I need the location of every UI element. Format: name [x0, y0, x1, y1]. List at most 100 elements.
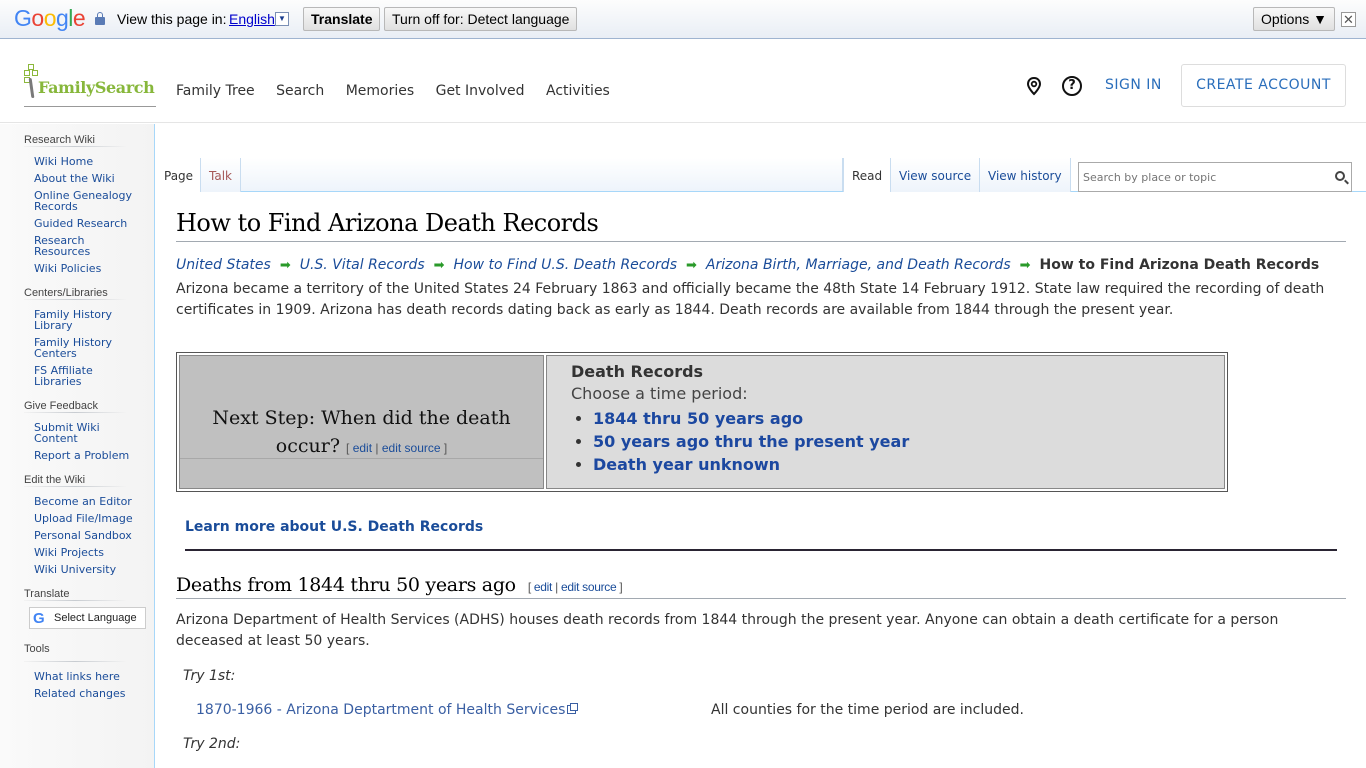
language-dropdown-icon[interactable]: ▼: [275, 12, 289, 26]
divider: [185, 549, 1337, 551]
edit-source-link[interactable]: edit source: [382, 441, 441, 455]
sidebar-section-centers: Centers/Libraries Family History Library…: [24, 277, 154, 390]
tab-spacer: [241, 158, 843, 191]
site-header: FamilySearch Family Tree Search Memories…: [0, 40, 1366, 123]
familysearch-logo[interactable]: FamilySearch: [24, 64, 156, 107]
sidebar-item-wiki-policies[interactable]: Wiki Policies: [34, 262, 101, 275]
tab-read[interactable]: Read: [843, 158, 892, 192]
list-item: Death year unknown: [593, 453, 1200, 476]
sidebar-item-upload-file[interactable]: Upload File/Image: [34, 512, 133, 525]
edit-source-link[interactable]: edit source: [561, 580, 617, 594]
option-50-years-to-present[interactable]: 50 years ago thru the present year: [593, 432, 909, 451]
sidebar-item-personal-sandbox[interactable]: Personal Sandbox: [34, 529, 132, 542]
options-button[interactable]: Options ▼: [1253, 7, 1335, 31]
view-page-label: View this page in:: [117, 11, 227, 27]
language-link[interactable]: English: [229, 11, 275, 27]
sidebar-heading: Give Feedback: [24, 400, 98, 412]
sidebar-item-wiki-university[interactable]: Wiki University: [34, 563, 116, 576]
sidebar-item-fh-centers[interactable]: Family History Centers: [34, 336, 112, 360]
main-nav: Family Tree Search Memories Get Involved…: [176, 83, 627, 99]
translate-bar: Google View this page in: English ▼ Tran…: [0, 0, 1366, 39]
external-link-icon: [567, 703, 579, 714]
wiki-search-input[interactable]: [1079, 163, 1319, 191]
sidebar-item-related-changes[interactable]: Related changes: [34, 687, 126, 700]
death-records-subtitle: Choose a time period:: [571, 384, 748, 403]
sidebar-section-edit: Edit the Wiki Become an Editor Upload Fi…: [24, 464, 154, 578]
sidebar-section-research-wiki: Research Wiki Wiki Home About the Wiki O…: [24, 124, 154, 277]
edit-link[interactable]: edit: [534, 580, 552, 594]
sidebar-item-become-editor[interactable]: Become an Editor: [34, 495, 132, 508]
next-step-table: Next Step: When did the death occur?[ ed…: [176, 352, 1228, 492]
arrow-right-icon: ➡: [686, 258, 697, 273]
tab-view-history[interactable]: View history: [980, 158, 1071, 192]
translate-button[interactable]: Translate: [303, 7, 381, 31]
sidebar-item-research-resources[interactable]: Research Resources: [34, 234, 90, 258]
learn-more-link[interactable]: Learn more about U.S. Death Records: [185, 519, 483, 535]
section-heading: Deaths from 1844 thru 50 years ago[ edit…: [176, 574, 1346, 599]
sidebar-item-wiki-home[interactable]: Wiki Home: [34, 155, 93, 168]
turn-off-button[interactable]: Turn off for: Detect language: [384, 7, 578, 31]
select-language-dropdown[interactable]: G Select Language: [29, 607, 146, 629]
edit-section-links: [ edit | edit source ]: [346, 441, 448, 455]
tab-talk[interactable]: Talk: [200, 158, 241, 192]
page-title: How to Find Arizona Death Records: [176, 209, 1346, 242]
sidebar-heading: Research Wiki: [24, 134, 95, 146]
breadcrumb: United States ➡ U.S. Vital Records ➡ How to …: [176, 257, 1346, 273]
tab-page[interactable]: Page: [155, 158, 202, 192]
try-first-label: Try 1st:: [183, 668, 236, 684]
sidebar-item-fh-library[interactable]: Family History Library: [34, 308, 112, 332]
arrow-right-icon: ➡: [279, 258, 291, 273]
nav-search[interactable]: Search: [276, 83, 324, 99]
adhs-record-link[interactable]: 1870-1966 - Arizona Deptartment of Healt…: [196, 702, 579, 718]
next-step-question: Next Step: When did the death occur?[ ed…: [212, 407, 511, 457]
breadcrumb-item[interactable]: United States: [176, 257, 271, 273]
sidebar-heading: Centers/Libraries: [24, 287, 108, 299]
edit-section-links: [ edit | edit source ]: [527, 580, 623, 594]
logo-text: FamilySearch: [38, 78, 155, 97]
death-records-cell: Death Records Choose a time period: 1844…: [546, 355, 1225, 489]
nav-get-involved[interactable]: Get Involved: [436, 83, 525, 99]
google-g-icon: G: [33, 610, 45, 627]
sidebar-item-what-links-here[interactable]: What links here: [34, 670, 120, 683]
list-item: 50 years ago thru the present year: [593, 430, 1200, 453]
wiki-search-box: [1078, 162, 1352, 192]
location-pin-icon[interactable]: [1024, 76, 1044, 96]
sidebar-section-tools: Tools What links here Related changes: [24, 639, 154, 702]
sidebar-item-submit-content[interactable]: Submit Wiki Content: [34, 421, 100, 445]
search-icon[interactable]: [1335, 171, 1345, 181]
sidebar-heading: Translate: [24, 588, 70, 600]
tab-view-source[interactable]: View source: [890, 158, 981, 192]
breadcrumb-item[interactable]: U.S. Vital Records: [300, 257, 425, 273]
article-content: How to Find Arizona Death Records United…: [176, 192, 1346, 752]
sign-in-link[interactable]: SIGN IN: [1105, 77, 1162, 93]
nav-memories[interactable]: Memories: [346, 83, 414, 99]
sidebar-item-report-problem[interactable]: Report a Problem: [34, 449, 129, 462]
sidebar-item-wiki-projects[interactable]: Wiki Projects: [34, 546, 104, 559]
sidebar-heading: Tools: [24, 643, 50, 655]
lock-icon: [95, 12, 105, 25]
nav-family-tree[interactable]: Family Tree: [176, 83, 255, 99]
help-icon[interactable]: ?: [1062, 76, 1082, 96]
option-1844-thru-50-years[interactable]: 1844 thru 50 years ago: [593, 409, 803, 428]
sidebar-item-about-wiki[interactable]: About the Wiki: [34, 172, 115, 185]
list-item: 1844 thru 50 years ago: [593, 407, 1200, 430]
sidebar-item-guided-research[interactable]: Guided Research: [34, 217, 127, 230]
try-second-label: Try 2nd:: [183, 736, 241, 752]
breadcrumb-item[interactable]: How to Find U.S. Death Records: [454, 257, 677, 273]
sidebar: Research Wiki Wiki Home About the Wiki O…: [0, 124, 155, 768]
edit-link[interactable]: edit: [353, 441, 372, 455]
create-account-button[interactable]: CREATE ACCOUNT: [1181, 64, 1346, 107]
option-year-unknown[interactable]: Death year unknown: [593, 455, 780, 474]
death-records-title: Death Records: [571, 362, 704, 381]
section-paragraph: Arizona Department of Health Services (A…: [176, 612, 1279, 649]
record-note: All counties for the time period are inc…: [711, 702, 1024, 718]
arrow-right-icon: ➡: [1019, 258, 1031, 273]
breadcrumb-item[interactable]: Arizona Birth, Marriage, and Death Recor…: [706, 257, 1011, 273]
sidebar-item-affiliate-libraries[interactable]: FS Affiliate Libraries: [34, 364, 93, 388]
intro-paragraph: Arizona became a territory of the United…: [176, 281, 1325, 318]
close-icon[interactable]: ✕: [1341, 12, 1356, 27]
sidebar-item-online-records[interactable]: Online Genealogy Records: [34, 189, 132, 213]
nav-activities[interactable]: Activities: [546, 83, 610, 99]
breadcrumb-current: How to Find Arizona Death Records: [1039, 257, 1320, 273]
sidebar-section-translate: Translate G Select Language: [24, 578, 154, 629]
